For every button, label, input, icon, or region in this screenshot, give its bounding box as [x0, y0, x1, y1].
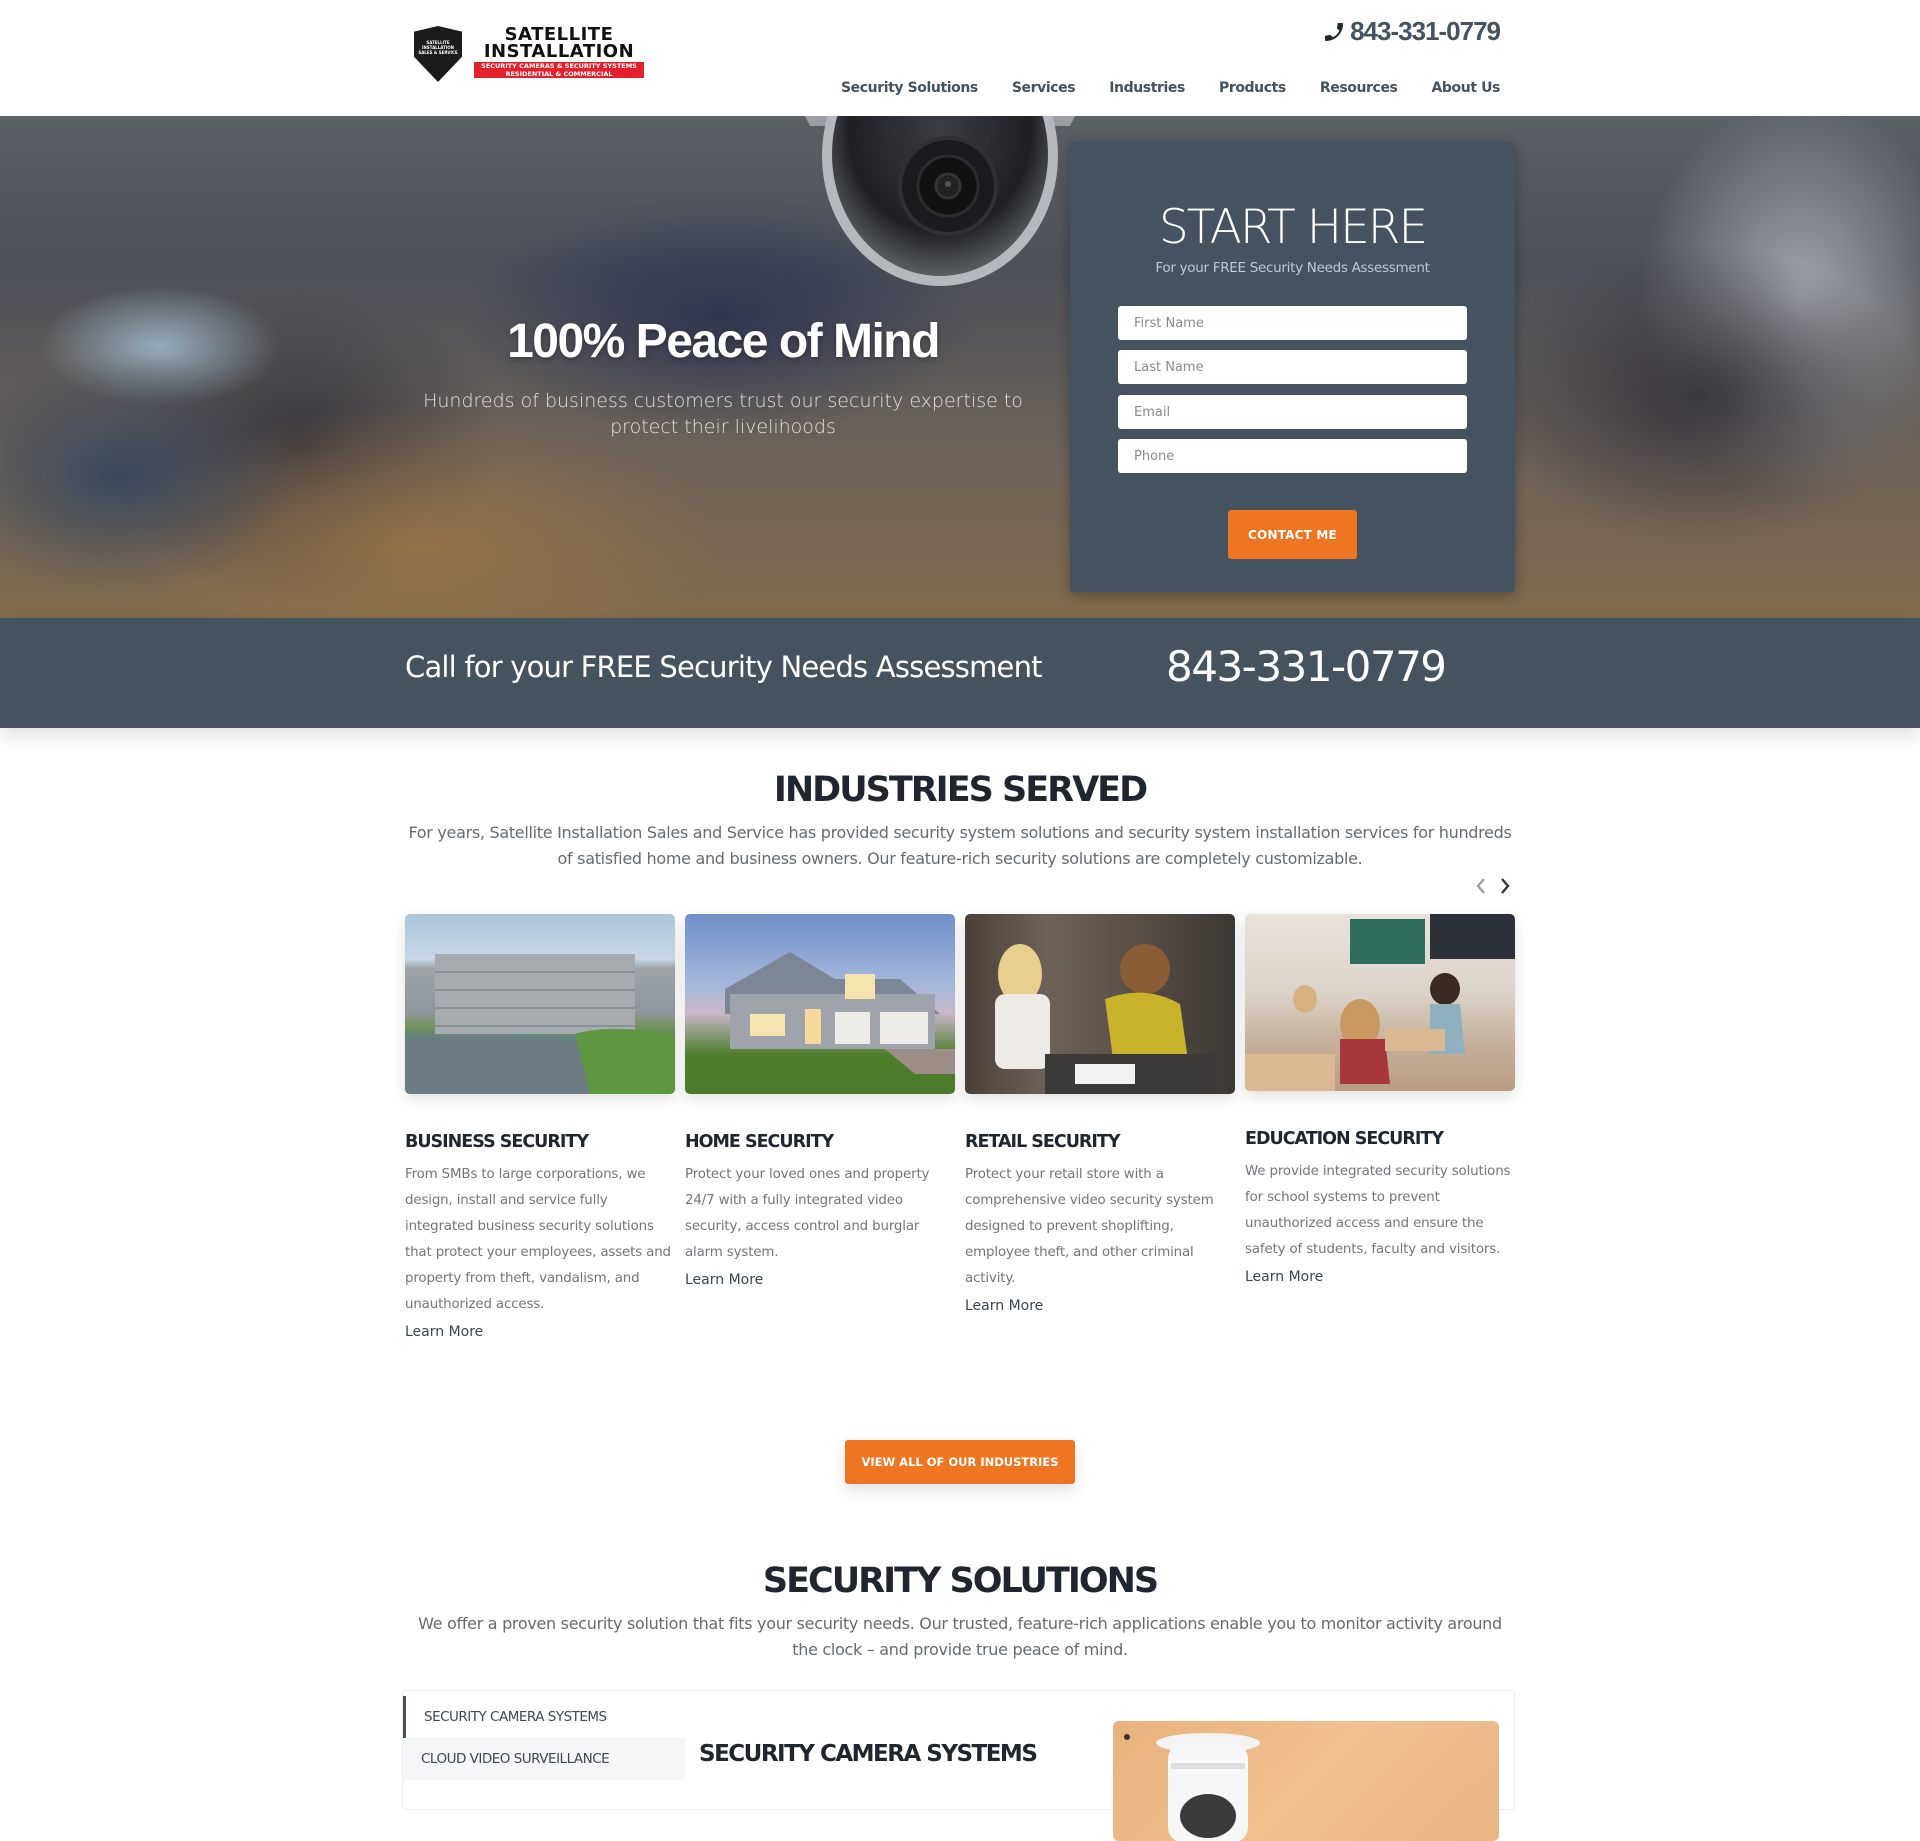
- card-title: EDUCATION SECURITY: [1245, 1129, 1444, 1149]
- email-input[interactable]: [1118, 395, 1467, 429]
- call-bar: Call for your FREE Security Needs Assess…: [0, 618, 1920, 728]
- phone-input[interactable]: [1118, 439, 1467, 473]
- assessment-form: START HERE For your FREE Security Needs …: [1070, 142, 1515, 592]
- logo[interactable]: SATELLITE INSTALLATION SALES & SERVICE S…: [414, 22, 644, 84]
- logo-ribbon-line2: RESIDENTIAL & COMMERCIAL: [505, 70, 613, 78]
- header-phone-link[interactable]: 843-331-0779: [1322, 16, 1501, 47]
- site-header: SATELLITE INSTALLATION SALES & SERVICE S…: [0, 0, 1920, 116]
- security-camera-dome-image: [805, 116, 1075, 286]
- industries-title: INDUSTRIES SERVED: [773, 770, 1148, 810]
- card-text: Protect your loved ones and property 24/…: [685, 1167, 930, 1260]
- industry-card-business: BUSINESS SECURITY From SMBs to large cor…: [405, 914, 675, 1340]
- logo-title-line2: INSTALLATION: [483, 41, 635, 62]
- house-photo: [685, 914, 955, 1094]
- nav-item-products[interactable]: Products: [1219, 80, 1286, 96]
- industries-description: For years, Satellite Installation Sales …: [408, 823, 1512, 868]
- industry-card-home: HOME SECURITY Protect your loved ones an…: [685, 914, 955, 1288]
- learn-more-link[interactable]: Learn More: [405, 1324, 483, 1340]
- view-all-industries-button[interactable]: VIEW ALL OF OUR INDUSTRIES: [845, 1440, 1075, 1484]
- logo-ribbon: SECURITY CAMERAS & SECURITY SYSTEMS RESI…: [474, 62, 644, 78]
- office-building-photo: [405, 914, 675, 1094]
- security-camera-photo: [1113, 1721, 1499, 1841]
- call-bar-phone-link[interactable]: 843-331-0779: [1166, 642, 1447, 691]
- solutions-title: SECURITY SOLUTIONS: [762, 1561, 1159, 1601]
- nav-item-about-us[interactable]: About Us: [1431, 80, 1500, 96]
- chevron-left-icon[interactable]: [1474, 876, 1488, 896]
- call-bar-text: Call for your FREE Security Needs Assess…: [405, 650, 1043, 684]
- tab-security-camera-systems[interactable]: SECURITY CAMERA SYSTEMS: [403, 1696, 685, 1738]
- card-title: RETAIL SECURITY: [965, 1132, 1121, 1152]
- nav-item-resources[interactable]: Resources: [1320, 80, 1398, 96]
- card-title: HOME SECURITY: [685, 1132, 834, 1152]
- nav-item-services[interactable]: Services: [1012, 80, 1076, 96]
- solutions-tabs: SECURITY CAMERA SYSTEMS CLOUD VIDEO SURV…: [402, 1690, 1515, 1841]
- nav-item-industries[interactable]: Industries: [1109, 80, 1185, 96]
- logo-ribbon-line1: SECURITY CAMERAS & SECURITY SYSTEMS: [481, 62, 637, 70]
- hero-headline: 100% Peace of Mind: [507, 315, 940, 368]
- form-title: START HERE: [1158, 200, 1428, 255]
- main-nav: Security Solutions Services Industries P…: [841, 80, 1500, 96]
- hero-section: 100% Peace of Mind Hundreds of business …: [0, 116, 1920, 618]
- card-title: BUSINESS SECURITY: [405, 1132, 589, 1152]
- learn-more-link[interactable]: Learn More: [685, 1272, 763, 1288]
- solutions-description: We offer a proven security solution that…: [418, 1614, 1502, 1659]
- logo-title: SATELLITE INSTALLATION: [474, 26, 644, 62]
- carousel-controls: [1474, 876, 1512, 896]
- header-phone-number: 843-331-0779: [1350, 16, 1501, 46]
- contact-me-button[interactable]: CONTACT ME: [1228, 510, 1357, 559]
- phone-icon: [1325, 22, 1344, 41]
- card-text: We provide integrated security solutions…: [1245, 1164, 1511, 1257]
- card-text: From SMBs to large corporations, we desi…: [405, 1167, 671, 1312]
- panel-title: SECURITY CAMERA SYSTEMS: [699, 1741, 1038, 1767]
- chevron-right-icon[interactable]: [1498, 876, 1512, 896]
- form-subtitle: For your FREE Security Needs Assessment: [1155, 260, 1430, 276]
- card-text: Protect your retail store with a compreh…: [965, 1167, 1214, 1286]
- classroom-photo: [1245, 914, 1515, 1091]
- industry-card-education: EDUCATION SECURITY We provide integrated…: [1245, 914, 1515, 1285]
- hero-subtext: Hundreds of business customers trust our…: [423, 390, 1023, 438]
- first-name-input[interactable]: [1118, 306, 1467, 340]
- industry-card-retail: RETAIL SECURITY Protect your retail stor…: [965, 914, 1235, 1314]
- tab-cloud-video-surveillance[interactable]: CLOUD VIDEO SURVEILLANCE: [403, 1738, 685, 1780]
- last-name-input[interactable]: [1118, 350, 1467, 384]
- logo-shield-text: SATELLITE INSTALLATION SALES & SERVICE: [418, 40, 458, 55]
- nav-item-security-solutions[interactable]: Security Solutions: [841, 80, 978, 96]
- learn-more-link[interactable]: Learn More: [965, 1298, 1043, 1314]
- retail-store-photo: [965, 914, 1235, 1094]
- learn-more-link[interactable]: Learn More: [1245, 1269, 1323, 1285]
